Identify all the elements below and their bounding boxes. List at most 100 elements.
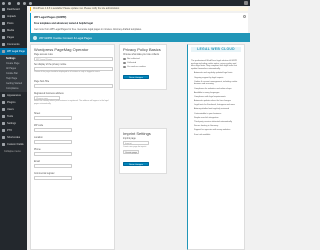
- gear-icon: [2, 122, 5, 125]
- field-row: Registered business address Choose one S…: [34, 93, 113, 105]
- legal-web-cloud-promo: LEGAL WEB CLOUD The professional WordPre…: [187, 44, 245, 250]
- avatar[interactable]: [244, 1, 248, 5]
- save-changes-button[interactable]: Save changes: [123, 75, 149, 79]
- field-row: Email: [34, 161, 113, 168]
- location-input[interactable]: [34, 140, 72, 144]
- list-item: Compliance with legal requirements: [194, 96, 241, 99]
- code-icon: [2, 136, 5, 139]
- collapse-menu-button[interactable]: Collapse menu: [0, 148, 27, 155]
- feature-list: Automatic and regularly updated legal te…: [191, 72, 241, 136]
- field-label: Set display of the privacy notice: [34, 64, 67, 66]
- field-label: Street: [34, 113, 41, 115]
- panel-title: Privacy Policy Basics: [123, 47, 161, 52]
- radio-option[interactable]: Yes and no cookies: [123, 65, 163, 68]
- save-changes-button[interactable]: Save changes: [123, 161, 149, 166]
- privacy-policy-panel: Privacy Policy Basics Choose what data y…: [119, 44, 167, 90]
- list-item: Attorney-drafted and regularly reviewed: [194, 108, 241, 111]
- radio-button[interactable]: [123, 61, 126, 64]
- menu-item-posts[interactable]: Posts: [0, 20, 27, 27]
- street-input[interactable]: [34, 116, 72, 120]
- menu-item-users[interactable]: Users: [0, 106, 27, 113]
- list-item: Compliance for websites and online shops: [194, 88, 241, 91]
- home-icon[interactable]: [8, 1, 11, 5]
- update-notice-text: WordPress 4.9.8 is available! Please upd…: [33, 8, 120, 10]
- wrench-icon: [2, 115, 5, 118]
- list-item: Automatic and regularly updated legal te…: [194, 72, 241, 75]
- page-access-input[interactable]: WP Legal Pages: [34, 57, 113, 61]
- submenu-compliance[interactable]: Compliance: [0, 86, 27, 91]
- radio-label: Yes and no cookies: [127, 65, 146, 68]
- menu-item-comments[interactable]: Comments: [0, 41, 27, 48]
- user-icon: [2, 108, 5, 111]
- radio-option[interactable]: Not collected: [123, 57, 163, 60]
- new-content-icon[interactable]: [29, 1, 32, 5]
- promo-notice-line: Get more from WP Legal Pages for free. G…: [34, 28, 142, 31]
- field-row: Page Sub-Title: [34, 81, 113, 88]
- wordpress-logo-icon[interactable]: [2, 1, 5, 5]
- legal-icon: [2, 50, 5, 53]
- plugin-logo-icon: [33, 35, 37, 40]
- field-label: Email: [34, 161, 40, 163]
- account-menu[interactable]: [242, 1, 248, 5]
- field-row: Page access rules WP Legal Pages: [34, 54, 113, 61]
- promo-intro: The professional WordPress legal solutio…: [191, 60, 237, 70]
- menu-item-wp-legal-pages[interactable]: WP Legal Pages: [0, 48, 27, 55]
- privacy-question: Choose what data your site collects: [123, 54, 160, 56]
- radio-label: Not collected: [127, 57, 140, 60]
- imprint-page-select[interactable]: Imprint: [123, 141, 149, 145]
- field-help: Select the country where your business i…: [34, 100, 109, 105]
- menu-item-custom-fields[interactable]: Custom Fields: [0, 141, 27, 148]
- radio-option[interactable]: Collected: [123, 61, 163, 64]
- banner-title: WP GDPR Cookie Consent & Legal Pages: [39, 35, 92, 40]
- jetpack-icon: [2, 15, 5, 18]
- create-page-button[interactable]: Create page: [123, 149, 139, 154]
- radio-button[interactable]: [123, 65, 126, 68]
- field-label: Location: [34, 137, 43, 139]
- dismiss-icon[interactable]: [243, 15, 246, 18]
- register-input[interactable]: [34, 176, 72, 180]
- menu-item-settings[interactable]: Settings: [0, 120, 27, 127]
- menu-item-shortcodes[interactable]: Shortcodes: [0, 134, 27, 141]
- email-field[interactable]: [34, 164, 72, 168]
- menu-item-media[interactable]: Media: [0, 27, 27, 34]
- field-row: Set display of the privacy notice Choose…: [34, 64, 113, 74]
- brush-icon: [2, 94, 5, 97]
- media-icon: [2, 29, 5, 32]
- field-row: Location: [34, 137, 113, 144]
- page-icon: [2, 36, 5, 39]
- phone-input[interactable]: [34, 152, 72, 156]
- list-icon: [2, 129, 5, 132]
- menu-item-pto[interactable]: PTO: [0, 127, 27, 134]
- admin-sidebar: Dashboard Jetpack Posts Media Pages Comm…: [0, 6, 27, 250]
- field-label: Phone: [34, 149, 41, 151]
- dashboard-icon: [2, 8, 5, 11]
- legal-web-cloud-logo[interactable]: LEGAL WEB CLOUD: [191, 47, 241, 52]
- field-label: Commercial register: [34, 173, 55, 175]
- comments-icon[interactable]: [23, 1, 26, 5]
- menu-item-appearance[interactable]: Appearance: [0, 92, 27, 99]
- updates-icon[interactable]: [17, 1, 20, 5]
- radio-button[interactable]: [123, 57, 126, 60]
- field-label: Imprint page: [123, 138, 136, 140]
- field-row: ZIP code: [34, 125, 113, 132]
- general-settings-panel: Wordpress PageMag Operator Page access r…: [30, 44, 115, 250]
- list-item: Ongoing support by legal experts: [194, 77, 241, 80]
- field-row: Street: [34, 113, 113, 120]
- list-item: Simple one-click integration: [194, 117, 241, 120]
- menu-item-tools[interactable]: Tools: [0, 113, 27, 120]
- list-item: Customizable to your business: [194, 113, 241, 116]
- menu-item-pages[interactable]: Pages: [0, 34, 27, 41]
- field-help: Create new page for imprint: [123, 146, 147, 148]
- legal-pages-submenu: Settings Create Page All Pages Cookie Ba…: [0, 55, 27, 92]
- update-notice: WordPress 4.9.8 is available! Please upd…: [30, 7, 248, 11]
- menu-item-jetpack[interactable]: Jetpack: [0, 13, 27, 20]
- promo-notice-title: WP Legal Pages (GDPR): [34, 15, 67, 19]
- field-label: ZIP code: [34, 125, 44, 127]
- list-item: Secure hosting in Germany: [194, 125, 241, 128]
- plug-icon: [2, 101, 5, 104]
- menu-item-dashboard[interactable]: Dashboard: [0, 6, 27, 13]
- list-item: Legal texts for Facebook, Instagram and …: [194, 104, 241, 107]
- menu-item-plugins[interactable]: Plugins: [0, 99, 27, 106]
- zip-input[interactable]: [34, 128, 72, 132]
- subtitle-input[interactable]: [34, 84, 113, 88]
